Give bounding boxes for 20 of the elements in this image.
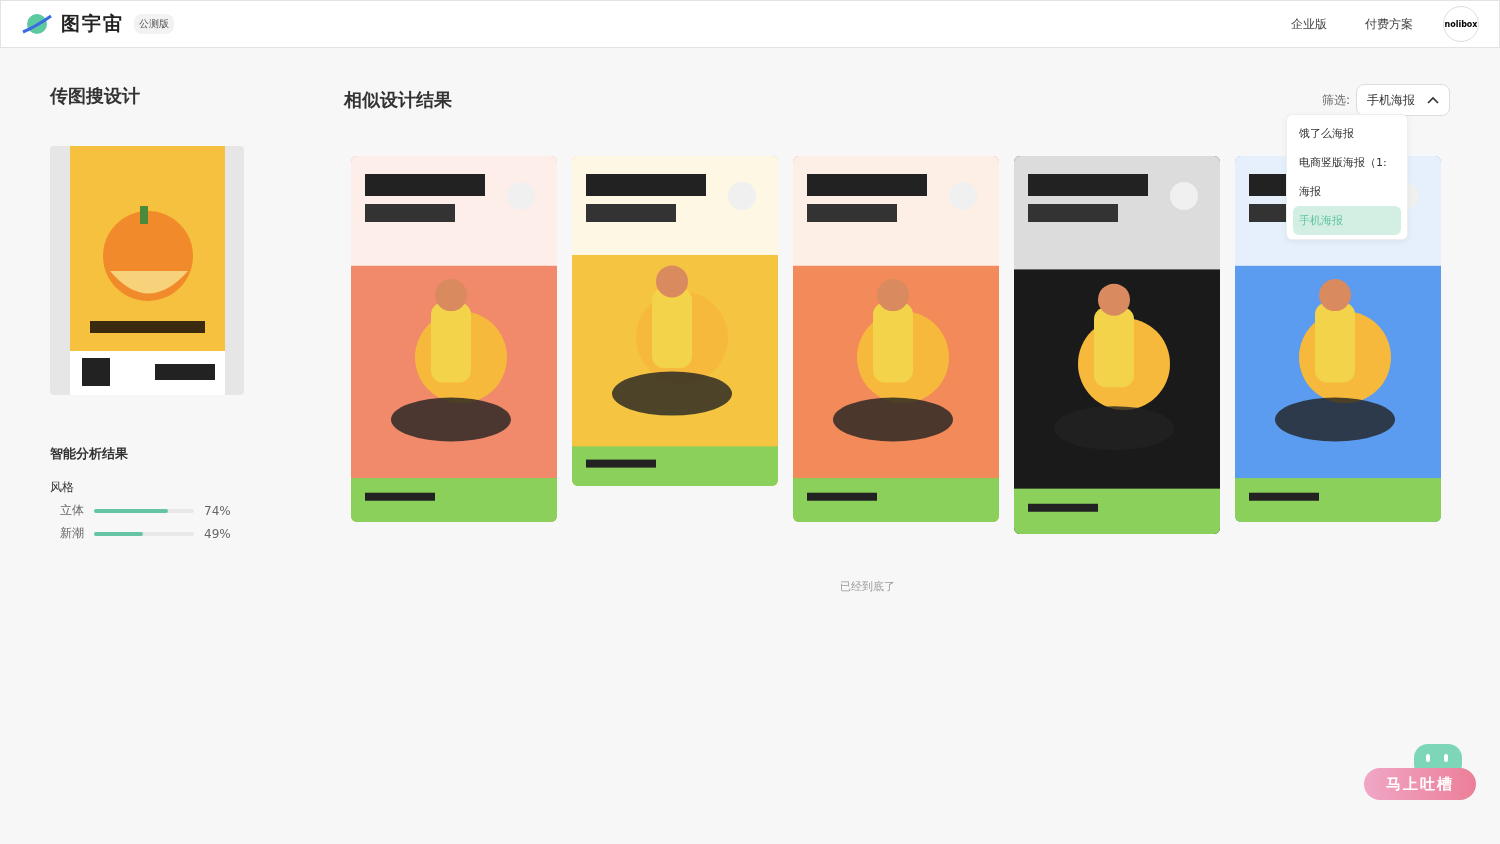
analysis-title: 智能分析结果 [50,445,129,463]
nav-link[interactable]: 付费方案 [1365,15,1413,33]
beta-badge: 公测版 [134,14,174,34]
menu-option[interactable]: 饿了么海报 [1293,119,1401,148]
filter-label: 筛选: [1321,91,1350,109]
planet-logo-icon [21,12,53,36]
user-avatar[interactable]: nolibox [1443,6,1479,42]
metric-label: 立体 [60,502,84,519]
metric-value: 49% [204,526,231,541]
group-label: 风格 [50,479,75,496]
menu-option[interactable]: 海报 [1293,177,1401,206]
menu-option[interactable]: 电商竖版海报（1: [1293,148,1401,177]
filter-select[interactable]: 手机海报 [1356,84,1450,116]
metric-label: 新潮 [60,525,84,542]
section-title: 传图搜设计 [50,84,141,108]
section-title: 相似设计结果 [344,88,452,112]
brand-name: 图宇宙 [61,11,124,36]
nav-link[interactable]: 企业版 [1291,15,1327,33]
metric-value: 74% [204,503,231,518]
end-note: 已经到底了 [838,579,896,594]
